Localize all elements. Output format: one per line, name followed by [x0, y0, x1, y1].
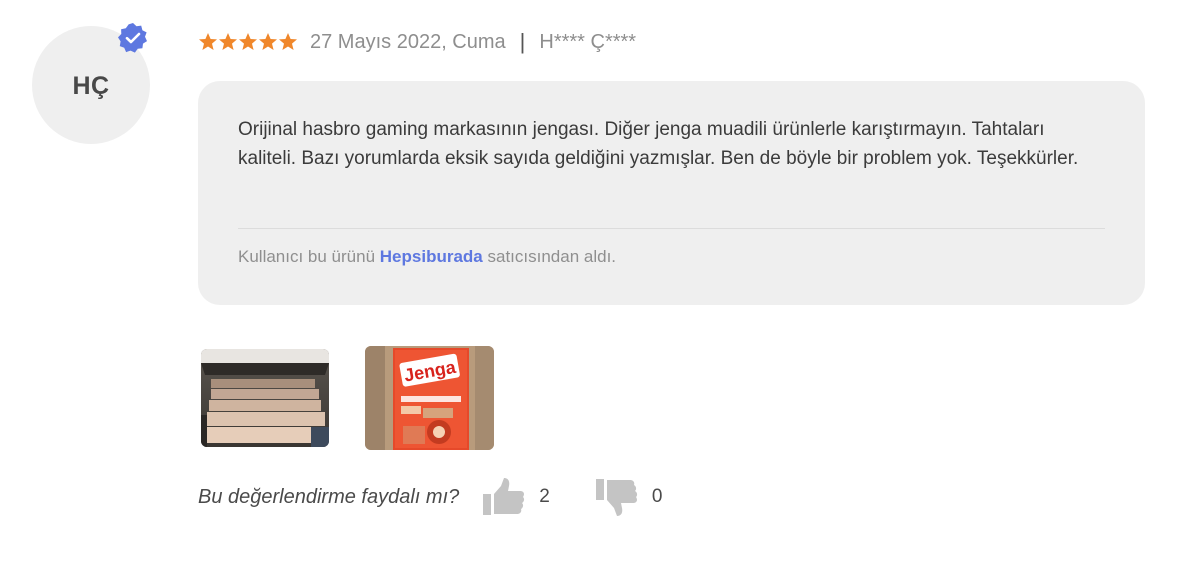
helpful-section: Bu değerlendirme faydalı mı? 2 0	[198, 477, 662, 517]
thumbs-up-count: 2	[539, 486, 550, 507]
star-icon	[239, 33, 257, 50]
star-icon	[279, 33, 297, 50]
seller-suffix: satıcısından aldı.	[487, 247, 617, 266]
header-separator: |	[519, 29, 526, 54]
photo-jenga-box: Jenga	[365, 346, 494, 450]
photo-jenga-blocks	[201, 349, 329, 447]
rating-stars	[198, 32, 298, 52]
seller-link[interactable]: Hepsiburada	[380, 247, 483, 266]
thumbs-up-icon	[483, 478, 525, 515]
helpful-question: Bu değerlendirme faydalı mı?	[198, 485, 460, 508]
review-photo-1[interactable]	[201, 349, 329, 447]
review-date: 27 Mayıs 2022, Cuma	[310, 30, 506, 53]
thumbs-down-count: 0	[651, 486, 663, 507]
thumbs-down-button[interactable]: 0	[595, 477, 663, 517]
thumbs-up-button[interactable]: 2	[483, 477, 550, 517]
seller-info: Kullanıcı bu ürünü Hepsiburada satıcısın…	[238, 247, 616, 267]
review-body: Orijinal hasbro gaming markasının jengas…	[198, 81, 1145, 305]
thumbs-down-icon	[595, 479, 637, 516]
review-text: Orijinal hasbro gaming markasının jengas…	[238, 119, 1079, 169]
review-card: HÇ 27 Mayıs 2022, Cuma | H**** Ç**** Ori…	[0, 0, 1200, 563]
verified-check-icon	[118, 23, 147, 53]
seller-prefix: Kullanıcı bu ürünü	[238, 247, 376, 266]
reviewer-name: H**** Ç****	[539, 30, 637, 53]
review-divider	[238, 228, 1105, 229]
review-photo-2[interactable]: Jenga	[365, 346, 494, 450]
star-icon	[259, 33, 277, 50]
star-icon	[219, 33, 237, 50]
star-icon	[199, 33, 217, 50]
avatar-initials: HÇ	[72, 71, 110, 100]
review-header: 27 Mayıs 2022, Cuma | H**** Ç****	[198, 28, 636, 56]
